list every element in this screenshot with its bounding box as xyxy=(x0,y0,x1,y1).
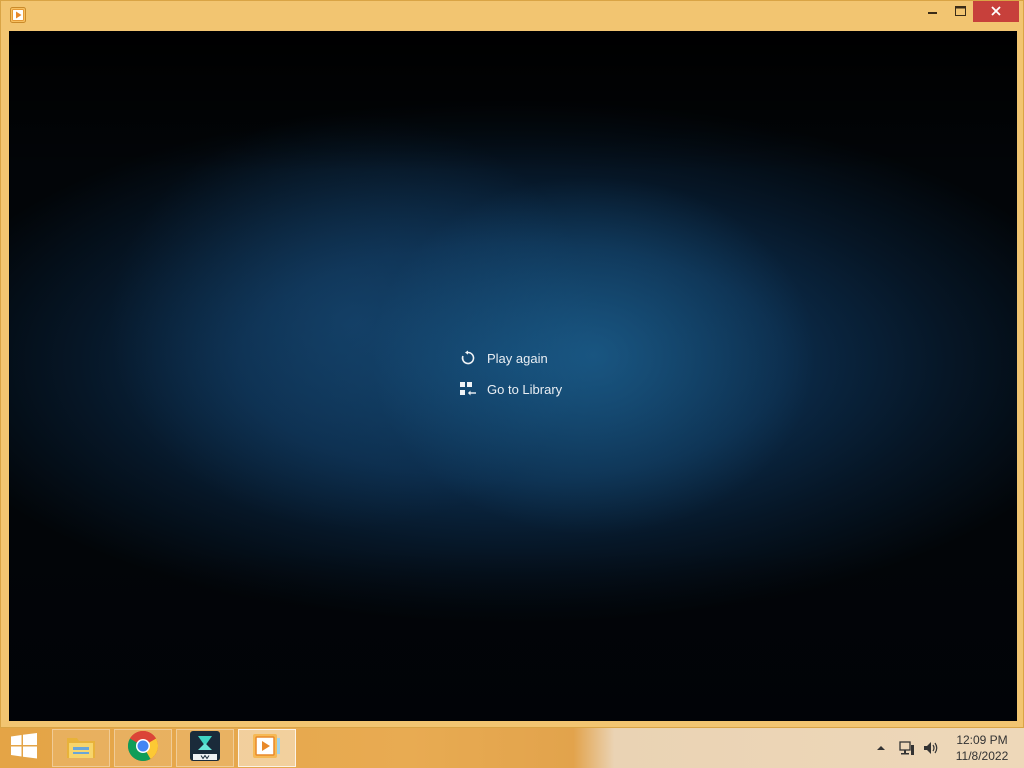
file-explorer-icon xyxy=(65,732,97,765)
minimize-button[interactable] xyxy=(919,1,947,22)
taskbar-chrome[interactable] xyxy=(114,729,172,767)
chevron-up-icon[interactable] xyxy=(874,745,888,751)
taskbar-media-player[interactable] xyxy=(238,729,296,767)
maximize-button[interactable] xyxy=(947,1,973,22)
play-again-button[interactable]: Play again xyxy=(458,347,562,369)
player-window: Play again Go to Library xyxy=(0,0,1024,728)
taskbar: 12:09 PM 11/8/2022 xyxy=(0,728,1024,768)
replay-icon xyxy=(458,349,478,367)
play-again-label: Play again xyxy=(487,350,548,366)
clock-time: 12:09 PM xyxy=(956,733,1008,747)
close-button[interactable] xyxy=(973,1,1019,22)
video-area[interactable]: Play again Go to Library xyxy=(9,31,1017,721)
maximize-icon xyxy=(954,3,966,21)
media-player-icon xyxy=(252,732,282,765)
library-icon xyxy=(458,380,478,398)
start-button[interactable] xyxy=(0,728,48,768)
clock-date: 11/8/2022 xyxy=(955,749,1009,763)
windows-logo-icon xyxy=(10,732,38,764)
volume-icon[interactable] xyxy=(922,740,940,756)
media-player-icon[interactable] xyxy=(10,7,26,23)
network-icon[interactable] xyxy=(898,740,916,756)
chrome-icon xyxy=(127,730,159,767)
title-bar[interactable] xyxy=(1,1,1023,30)
clock[interactable]: 12:09 PM 11/8/2022 xyxy=(944,732,1020,764)
taskbar-filmora[interactable] xyxy=(176,729,234,767)
go-to-library-label: Go to Library xyxy=(487,381,563,397)
filmora-icon xyxy=(189,730,221,767)
system-tray xyxy=(874,728,940,768)
taskbar-file-explorer[interactable] xyxy=(52,729,110,767)
minimize-icon xyxy=(928,3,938,21)
go-to-library-button[interactable]: Go to Library xyxy=(458,378,562,400)
close-icon xyxy=(991,3,1001,21)
end-of-video-menu: Play again Go to Library xyxy=(458,347,562,409)
